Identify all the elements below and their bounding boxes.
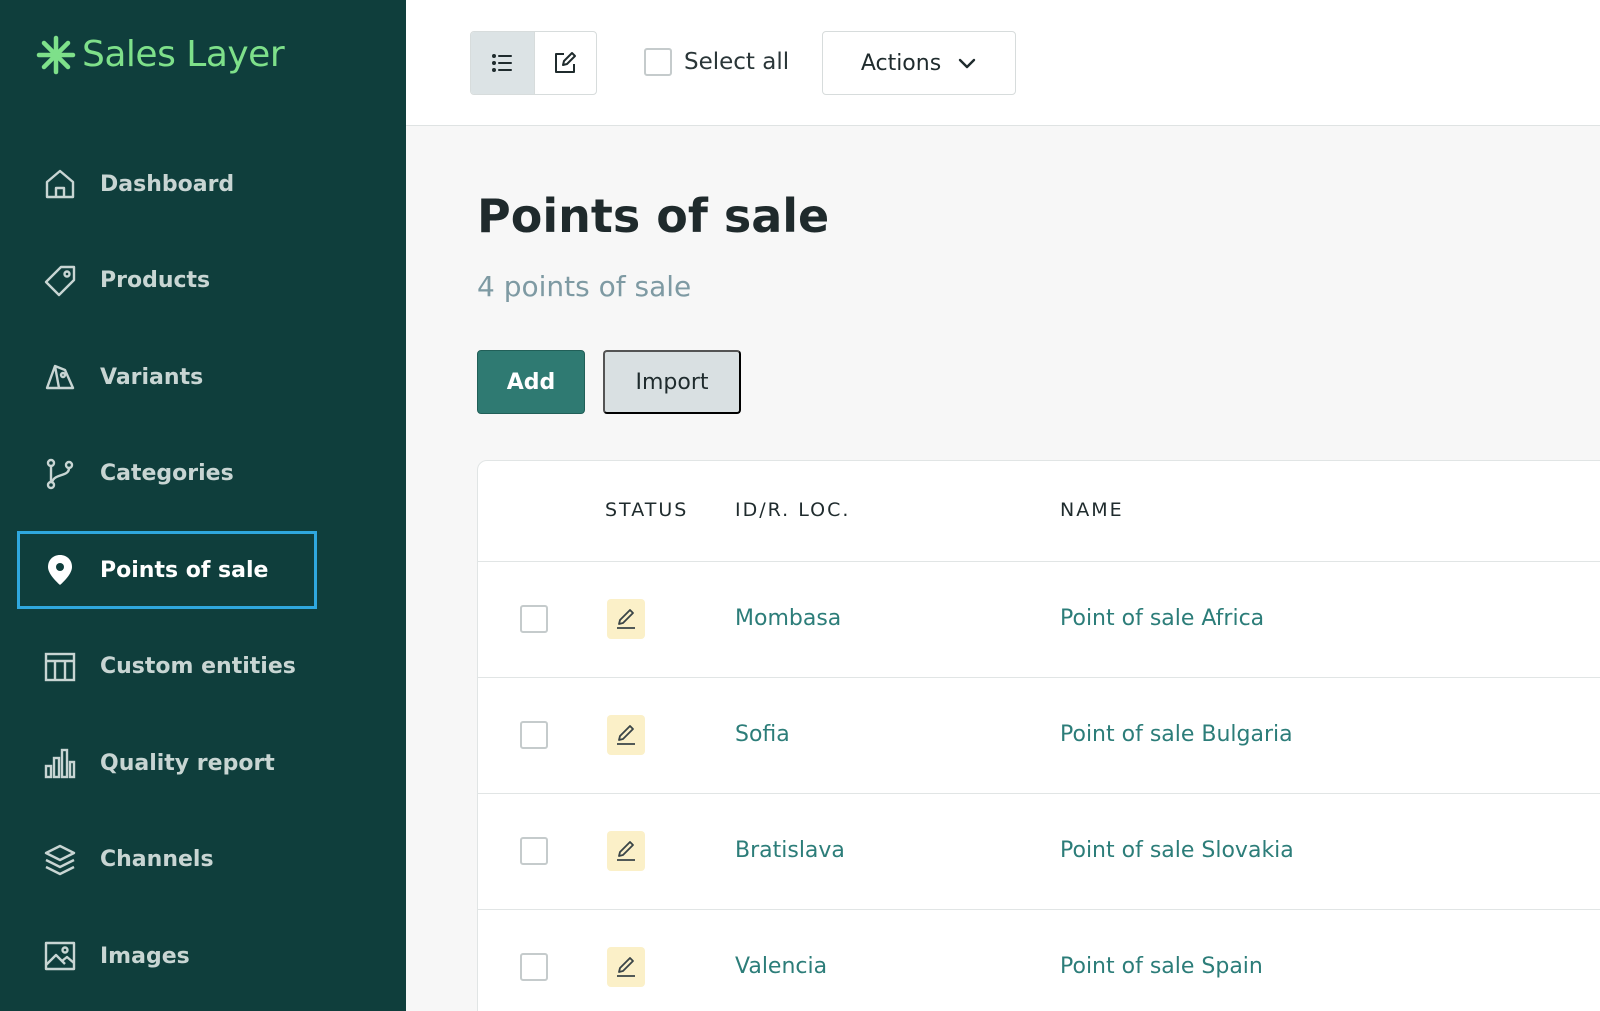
column-header-id[interactable]: ID/R. LOC. — [735, 499, 850, 521]
row-checkbox[interactable] — [520, 953, 548, 981]
cell-id[interactable]: Valencia — [735, 954, 827, 979]
add-button[interactable]: Add — [477, 350, 585, 414]
sidebar-item-label: Images — [100, 943, 190, 969]
column-header-name[interactable]: NAME — [1060, 499, 1124, 521]
logo[interactable]: Sales Layer — [36, 34, 285, 75]
view-toggle — [470, 31, 597, 95]
table-header: STATUS ID/R. LOC. NAME — [478, 461, 1600, 562]
table-row[interactable]: Bratislava Point of sale Slovakia — [478, 794, 1600, 910]
cell-name[interactable]: Point of sale Africa — [1060, 606, 1264, 631]
main-content: Points of sale 4 points of sale Add Impo… — [406, 127, 1600, 1011]
status-badge[interactable] — [607, 599, 645, 639]
layers-icon — [42, 842, 78, 878]
row-checkbox[interactable] — [520, 837, 548, 865]
edit-square-icon — [555, 52, 577, 73]
sidebar-item-dashboard[interactable]: Dashboard — [17, 145, 317, 223]
sidebar-item-label: Categories — [100, 461, 234, 486]
column-header-status[interactable]: STATUS — [605, 499, 688, 521]
pencil-icon — [617, 725, 635, 745]
image-icon — [42, 938, 78, 974]
cell-name[interactable]: Point of sale Slovakia — [1060, 838, 1294, 863]
sidebar-item-label: Variants — [100, 364, 204, 390]
page-subtitle: 4 points of sale — [477, 270, 692, 303]
cell-id[interactable]: Mombasa — [735, 606, 841, 631]
sidebar-item-variants[interactable]: Variants — [17, 338, 317, 416]
pencil-icon — [617, 609, 635, 629]
sidebar-item-custom-entities[interactable]: Custom entities — [17, 628, 317, 706]
home-icon — [42, 166, 78, 202]
map-pin-icon — [42, 552, 78, 588]
status-badge[interactable] — [607, 831, 645, 871]
sidebar-item-points-of-sale[interactable]: Points of sale — [17, 531, 317, 609]
sidebar-item-label: Channels — [100, 847, 214, 872]
select-all[interactable]: Select all — [644, 48, 789, 76]
status-badge[interactable] — [607, 947, 645, 987]
chevron-down-icon — [958, 58, 976, 69]
sidebar-item-label: Products — [100, 268, 211, 293]
row-checkbox[interactable] — [520, 605, 548, 633]
edit-view-button[interactable] — [533, 32, 597, 94]
sidebar-item-products[interactable]: Products — [17, 242, 317, 320]
pencil-icon — [617, 957, 635, 977]
logo-text: Sales Layer — [82, 34, 285, 75]
cell-id[interactable]: Sofia — [735, 722, 790, 747]
sidebar-item-quality-report[interactable]: Quality report — [17, 724, 317, 802]
table-row[interactable]: Sofia Point of sale Bulgaria — [478, 678, 1600, 794]
list-view-button[interactable] — [471, 32, 534, 94]
cell-name[interactable]: Point of sale Bulgaria — [1060, 722, 1293, 747]
table-row[interactable]: Mombasa Point of sale Africa — [478, 562, 1600, 678]
sidebar-item-label: Dashboard — [100, 171, 235, 197]
sidebar-item-label: Points of sale — [100, 557, 269, 583]
toolbar: Select all Actions — [406, 0, 1600, 126]
table-grid-icon — [42, 649, 78, 685]
sidebar-item-channels[interactable]: Channels — [17, 821, 317, 899]
sidebar-item-label: Quality report — [100, 750, 275, 776]
points-of-sale-table: STATUS ID/R. LOC. NAME Mombasa Point of … — [477, 460, 1600, 1011]
select-all-checkbox[interactable] — [644, 48, 672, 76]
sidebar-item-label: Custom entities — [100, 654, 296, 679]
page-title: Points of sale — [477, 189, 830, 243]
table-row[interactable]: Valencia Point of sale Spain — [478, 910, 1600, 1011]
import-button[interactable]: Import — [603, 350, 741, 414]
list-icon — [492, 54, 513, 72]
tag-icon — [42, 263, 78, 299]
row-checkbox[interactable] — [520, 721, 548, 749]
cell-id[interactable]: Bratislava — [735, 838, 845, 863]
sidebar-item-categories[interactable]: Categories — [17, 435, 317, 513]
pencil-icon — [617, 841, 635, 861]
select-all-label: Select all — [684, 49, 790, 75]
asterisk-logo-icon — [36, 35, 76, 74]
actions-dropdown[interactable]: Actions — [822, 31, 1016, 95]
bar-chart-icon — [42, 745, 78, 781]
status-badge[interactable] — [607, 715, 645, 755]
actions-label: Actions — [860, 50, 942, 76]
sidebar-nav: Dashboard Products Variants Categories P… — [17, 145, 317, 1011]
sidebar: Sales Layer Dashboard Products Variants … — [0, 0, 406, 1011]
sidebar-item-images[interactable]: Images — [17, 917, 317, 995]
variants-tags-icon — [42, 359, 78, 395]
branch-icon — [42, 456, 78, 492]
cell-name[interactable]: Point of sale Spain — [1060, 954, 1263, 979]
